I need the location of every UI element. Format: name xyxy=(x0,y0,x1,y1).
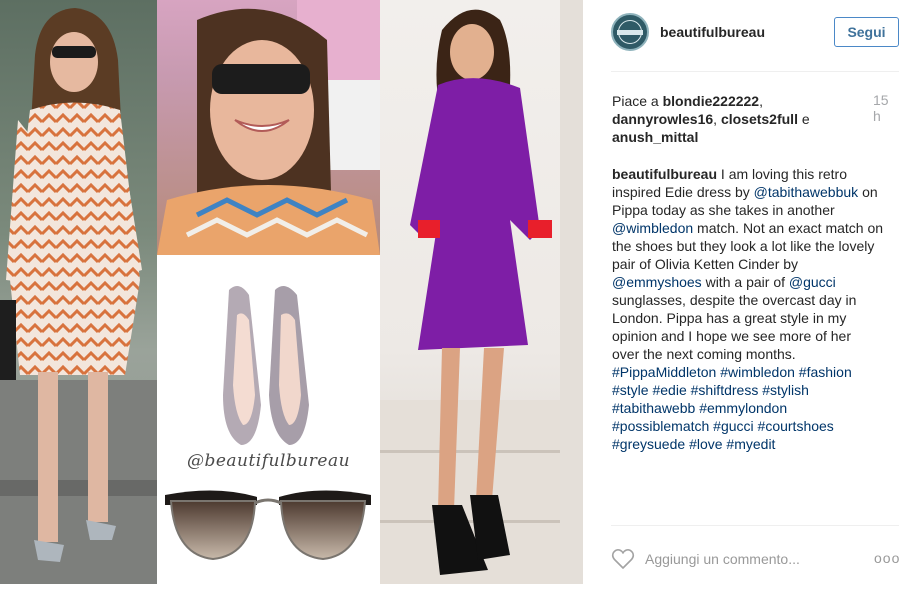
heart-icon[interactable] xyxy=(611,548,635,570)
likes-conjunction: e xyxy=(801,111,810,127)
hashtag-link[interactable]: #gucci xyxy=(713,418,753,434)
caption-line: sunglasses, despite the overcast day in xyxy=(612,292,857,308)
caption-line: opinion and I hope we see more of her xyxy=(612,328,851,344)
caption-line: @wimbledon match. Not an exact match on xyxy=(612,220,884,236)
likes-prefix: Piace a xyxy=(612,93,659,109)
liker-link[interactable]: closets2full xyxy=(721,111,798,127)
mention-link[interactable]: @gucci xyxy=(789,274,836,290)
post-sidebar: beautifulbureau Segui Piace a blondie222… xyxy=(583,0,900,590)
hashtag-link[interactable]: #courtshoes xyxy=(758,418,834,434)
photo-grey-shoes: @beautifulbureau xyxy=(157,255,380,473)
caption-line: pair of Olivia Ketten Cinder by xyxy=(612,256,799,272)
likes-summary: Piace a blondie222222, dannyrowles16, cl… xyxy=(612,93,810,145)
liker-link[interactable]: anush_mittal xyxy=(612,129,698,145)
hashtag-link[interactable]: #PippaMiddleton xyxy=(612,364,716,380)
hashtag-link[interactable]: #love xyxy=(689,436,722,452)
photo-pippa-closeup xyxy=(157,0,380,255)
caption-line: over the next coming months. xyxy=(612,346,796,362)
mention-link[interactable]: @tabithawebbuk xyxy=(754,184,859,200)
more-options-icon[interactable]: ooo xyxy=(874,550,900,566)
hashtag-link[interactable]: #style xyxy=(612,382,649,398)
hashtag-link[interactable]: #greysuede xyxy=(612,436,685,452)
avatar-logo-bar xyxy=(617,30,643,35)
caption-line: inspired Edie dress by @tabithawebbuk on xyxy=(612,184,878,200)
comment-bar: ooo xyxy=(611,546,899,572)
hashtag-link[interactable]: #possiblematch xyxy=(612,418,709,434)
caption-line: @emmyshoes with a pair of @gucci xyxy=(612,274,836,290)
comment-input[interactable] xyxy=(645,548,865,570)
caption-line: the shoes but they look a lot like the l… xyxy=(612,238,875,254)
mention-link[interactable]: @emmyshoes xyxy=(612,274,702,290)
photo-pippa-full xyxy=(0,0,157,584)
hashtag-link[interactable]: #tabithawebb xyxy=(612,400,695,416)
photo-purple-dress xyxy=(380,0,583,584)
liker-link[interactable]: dannyrowles16 xyxy=(612,111,713,127)
divider xyxy=(611,525,899,526)
caption-line: #tabithawebb #emmylondon xyxy=(612,399,887,417)
caption-username-link[interactable]: beautifulbureau xyxy=(612,166,717,182)
liker-link[interactable]: blondie222222 xyxy=(663,93,760,109)
hashtag-link[interactable]: #emmylondon xyxy=(699,400,787,416)
post-caption: beautifulbureau I am loving this retro i… xyxy=(612,165,887,453)
avatar[interactable] xyxy=(611,13,649,51)
hashtag-link[interactable]: #stylish xyxy=(762,382,809,398)
divider xyxy=(611,71,899,72)
caption-line: Pippa today as she takes in another xyxy=(612,202,835,218)
mention-link[interactable]: @wimbledon xyxy=(612,220,693,236)
caption-line: beautifulbureau I am loving this retro xyxy=(612,166,847,182)
caption-line: #possiblematch #gucci #courtshoes xyxy=(612,417,887,435)
username-link[interactable]: beautifulbureau xyxy=(660,24,765,40)
hashtag-link[interactable]: #edie xyxy=(652,382,686,398)
photo-sunglasses xyxy=(157,473,380,584)
hashtag-link[interactable]: #fashion xyxy=(799,364,852,380)
post-timestamp[interactable]: 15 h xyxy=(873,92,900,124)
image-watermark: @beautifulbureau xyxy=(186,451,351,471)
caption-line: #PippaMiddleton #wimbledon #fashion xyxy=(612,363,887,381)
post-header: beautifulbureau Segui xyxy=(611,13,899,53)
caption-line: #style #edie #shiftdress #stylish xyxy=(612,381,887,399)
caption-line: London. Pippa has a great style in my xyxy=(612,310,847,326)
follow-button[interactable]: Segui xyxy=(834,17,899,47)
post-image[interactable]: @beautifulbureau xyxy=(0,0,583,584)
hashtag-link[interactable]: #myedit xyxy=(726,436,775,452)
hashtag-link[interactable]: #shiftdress xyxy=(691,382,759,398)
caption-line: #greysuede #love #myedit xyxy=(612,435,887,453)
hashtag-link[interactable]: #wimbledon xyxy=(720,364,795,380)
